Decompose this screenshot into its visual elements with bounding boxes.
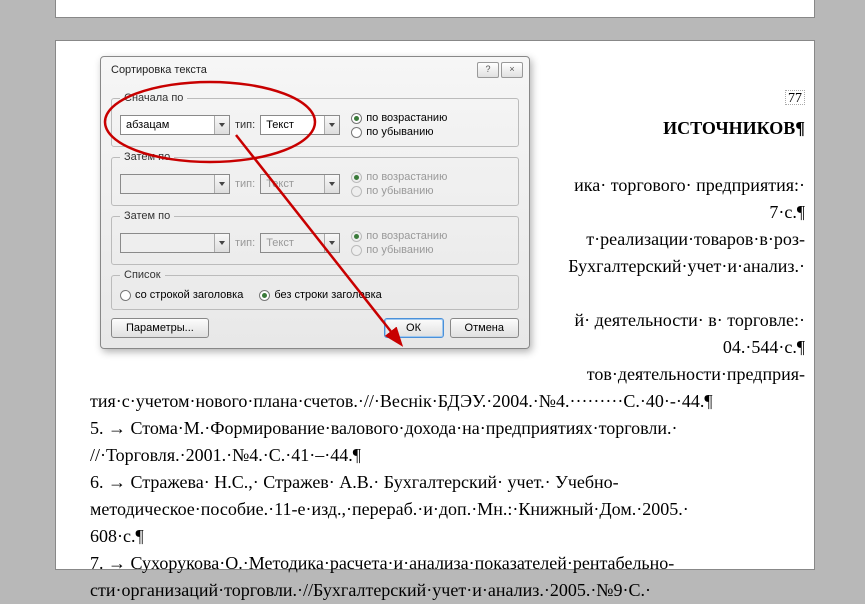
sort1-desc-radio[interactable]: по убыванию <box>351 126 447 138</box>
with-header-radio[interactable]: со строкой заголовка <box>120 289 243 301</box>
sort1-field-combo[interactable]: абзацам <box>120 115 230 135</box>
chevron-down-icon <box>324 234 339 252</box>
chevron-down-icon <box>324 175 339 193</box>
list-legend: Список <box>120 269 165 281</box>
chevron-down-icon[interactable] <box>214 116 229 134</box>
close-button[interactable]: × <box>501 62 523 78</box>
help-button[interactable]: ? <box>477 62 499 78</box>
ok-button[interactable]: ОК <box>384 318 444 338</box>
sort1-legend: Сначала по <box>120 92 187 104</box>
sort-text-dialog: Сортировка текста ? × Сначала по абзацам… <box>100 56 530 349</box>
sort2-group: Затем по тип: Текст по возрастанию по уб… <box>111 151 519 206</box>
sort3-desc-radio: по убыванию <box>351 244 447 256</box>
sort2-type-combo: Текст <box>260 174 340 194</box>
dialog-title-text: Сортировка текста <box>111 64 207 76</box>
sort3-legend: Затем по <box>120 210 174 222</box>
params-button[interactable]: Параметры... <box>111 318 209 338</box>
sort1-asc-radio[interactable]: по возрастанию <box>351 112 447 124</box>
chevron-down-icon[interactable] <box>214 175 229 193</box>
sort3-type-combo: Текст <box>260 233 340 253</box>
sort3-asc-radio: по возрастанию <box>351 230 447 242</box>
sort2-field-combo[interactable] <box>120 174 230 194</box>
sort3-group: Затем по тип: Текст по возрастанию по уб… <box>111 210 519 265</box>
chevron-down-icon[interactable] <box>324 116 339 134</box>
no-header-radio[interactable]: без строки заголовка <box>259 289 381 301</box>
sort1-group: Сначала по абзацам тип: Текст по возраст… <box>111 92 519 147</box>
sort3-field-combo <box>120 233 230 253</box>
sort2-legend: Затем по <box>120 151 174 163</box>
cancel-button[interactable]: Отмена <box>450 318 519 338</box>
page-number-field: 77 <box>785 90 805 105</box>
doc-top-margin <box>55 0 815 18</box>
sort1-type-combo[interactable]: Текст <box>260 115 340 135</box>
list-group: Список со строкой заголовка без строки з… <box>111 269 519 310</box>
chevron-down-icon <box>214 234 229 252</box>
dialog-titlebar[interactable]: Сортировка текста ? × <box>101 57 529 83</box>
sort2-desc-radio: по убыванию <box>351 185 447 197</box>
sort2-asc-radio: по возрастанию <box>351 171 447 183</box>
